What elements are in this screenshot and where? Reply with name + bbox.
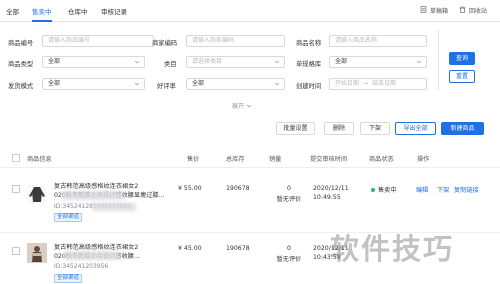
stock-cell: 190678 [226,185,250,192]
channel-tag: 全部渠道 [54,213,83,222]
blur-overlay [62,191,124,200]
export-all-button[interactable]: 导出全部 [395,122,436,135]
tab-all[interactable]: 全部 [6,6,19,22]
created-time-label: 创建时间 [296,83,322,90]
submit-date: 2020/12/11 [313,185,349,192]
row-checkbox[interactable] [12,185,20,193]
merchant-code-label: 商家编码 [152,40,178,47]
category-select[interactable]: 请选择类目 [186,56,285,68]
expand-label: 展开 [232,103,245,110]
chevron-down-icon [416,60,422,64]
product-thumbnail [27,184,47,204]
chevron-down-icon [246,104,252,107]
tab-review-records[interactable]: 审核记录 [101,6,127,22]
rating-value: 全部 [192,80,205,87]
blur-overlay [64,251,120,260]
draft-icon [420,6,427,15]
header-stock: 总库存 [226,156,245,163]
product-name-label: 商品名称 [296,40,322,47]
ship-mode-label: 发货模式 [8,83,34,90]
trash-icon [459,6,466,15]
header-status: 商品状态 [369,156,394,163]
product-code-input[interactable]: 请输入商品编号 [42,35,154,47]
status-dot-icon [371,187,375,192]
header-actions: 操作 [417,156,430,163]
blur-overlay [92,203,136,211]
submit-time: 10:49:55 [313,194,341,201]
filter-divider [438,30,439,90]
header-info: 商品信息 [27,156,52,163]
chevron-down-icon [134,82,140,86]
reset-button[interactable]: 重置 [449,70,475,83]
created-time-range[interactable]: 开始日期 → 结束日期 [329,78,427,90]
select-all-checkbox[interactable] [12,154,20,162]
product-type-label: 商品类型 [8,61,34,68]
tab-warehouse[interactable]: 仓库中 [68,6,88,22]
rating-label: 好评率 [157,83,176,90]
header-price: 售价 [187,156,200,163]
draft-box-label: 草稿箱 [430,8,449,15]
expand-toggle[interactable]: 展开 [232,101,252,110]
delete-button[interactable]: 删除 [324,122,354,135]
channel-tag: 全部渠道 [54,274,83,283]
rating-select[interactable]: 全部 [186,78,285,90]
take-down-link[interactable]: 下架 [437,185,449,194]
new-product-button[interactable]: 新建商品 [441,122,484,135]
product-type-value: 全部 [48,58,61,65]
category-label: 类目 [164,61,177,68]
product-list-page: 全部 售卖中 仓库中 审核记录 草稿箱 回收站 商品编号 请输入商品编号 商家编… [0,0,500,284]
chevron-down-icon [274,82,280,86]
status-badge: 售卖中 [371,185,397,194]
start-date-placeholder: 开始日期 [335,80,360,87]
product-name-line1: 复古韩范高级感格纹连衣裙女2 [54,183,139,190]
table-row: 复古韩范高级感格纹连衣裙女2 020秋冬新款小众设计感收腰显瘦过膝... ID:… [0,174,500,230]
single-sku-select[interactable]: 全部 [329,56,427,68]
header-sales: 销量 [269,156,282,163]
status-tabs: 全部 售卖中 仓库中 审核记录 草稿箱 回收站 [0,0,500,22]
range-arrow: → [363,80,369,87]
take-down-button[interactable]: 下架 [360,122,390,135]
product-code-label: 商品编号 [8,40,34,47]
watermark-text: 软件技巧 [330,232,455,266]
single-sku-value: 全部 [335,58,348,65]
chevron-down-icon [274,60,280,64]
draft-box-link[interactable]: 草稿箱 [420,6,448,15]
tab-on-sale[interactable]: 售卖中 [32,6,52,22]
batch-settings-button[interactable]: 批量设置 [276,122,315,135]
price-cell: ¥ 45.00 [178,245,202,252]
stock-cell: 190678 [226,245,250,252]
search-button[interactable]: 查询 [449,52,475,65]
chevron-down-icon [134,60,140,64]
category-placeholder: 请选择类目 [192,58,223,65]
edit-link[interactable]: 编辑 [416,185,428,194]
price-cell: ¥ 55.00 [178,185,202,192]
merchant-code-input[interactable]: 请输入商家编码 [186,35,285,47]
table-header: 商品信息 售价 总库存 销量 提交审核时间 商品状态 操作 [0,148,500,168]
end-date-placeholder: 结束日期 [372,80,397,87]
single-sku-label: 单规格库 [296,61,322,68]
copy-link-link[interactable]: 复制链接 [454,185,479,194]
recycle-bin-link[interactable]: 回收站 [459,6,487,15]
ship-mode-select[interactable]: 全部 [42,78,145,90]
sales-cell: 0 [287,245,291,252]
sales-cell: 0 [287,185,291,192]
recycle-bin-label: 回收站 [469,8,488,15]
rating-cell: 暂无评价 [276,256,302,263]
product-thumbnail [27,243,47,263]
product-name-input[interactable]: 请输入商品名称 [329,35,427,47]
status-text: 售卖中 [378,187,397,194]
product-type-select[interactable]: 全部 [42,56,145,68]
rating-cell: 暂无评价 [276,196,302,203]
ship-mode-value: 全部 [48,80,61,87]
row-checkbox[interactable] [12,247,20,255]
header-submit-time: 提交审核时间 [310,156,348,163]
product-id: ID:345241203956 [54,263,109,270]
